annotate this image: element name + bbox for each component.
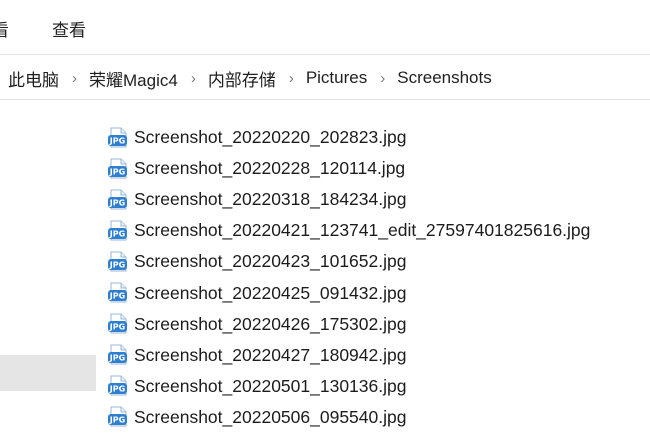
ribbon-tab-view[interactable]: 查看	[52, 16, 86, 41]
chevron-right-icon[interactable]: ›	[72, 70, 77, 87]
jpg-file-icon: JPG	[106, 343, 130, 367]
svg-text:JPG: JPG	[109, 229, 125, 238]
jpg-file-icon: JPG	[106, 312, 130, 336]
svg-text:JPG: JPG	[109, 385, 125, 394]
svg-text:JPG: JPG	[109, 292, 125, 301]
file-name: Screenshot_20220427_180942.jpg	[134, 344, 407, 365]
ribbon-divider	[0, 54, 650, 55]
jpg-file-icon: JPG	[106, 374, 130, 398]
svg-text:JPG: JPG	[109, 198, 125, 207]
jpg-file-icon: JPG	[106, 157, 130, 181]
file-name: Screenshot_20220506_095540.jpg	[134, 406, 407, 427]
address-bar[interactable]: 此电脑 › 荣耀Magic4 › 内部存储 › Pictures › Scree…	[0, 58, 650, 98]
file-list-item[interactable]: JPG Screenshot_20220426_175302.jpg	[106, 309, 646, 340]
breadcrumb-device[interactable]: 荣耀Magic4	[89, 66, 178, 91]
svg-text:JPG: JPG	[109, 261, 125, 270]
file-list-item[interactable]: JPG Screenshot_20220220_202823.jpg	[106, 122, 646, 153]
file-name: Screenshot_20220425_091432.jpg	[134, 282, 407, 303]
file-name: Screenshot_20220501_130136.jpg	[134, 375, 407, 396]
chevron-right-icon[interactable]: ›	[380, 70, 385, 87]
jpg-file-icon: JPG	[106, 188, 130, 212]
file-list-item[interactable]: JPG Screenshot_20220501_130136.jpg	[106, 371, 646, 402]
breadcrumb-screenshots[interactable]: Screenshots	[397, 68, 492, 88]
jpg-file-icon: JPG	[106, 219, 130, 243]
nav-selected-item[interactable]	[0, 355, 96, 391]
file-list-item[interactable]: JPG Screenshot_20220506_095540.jpg	[106, 402, 646, 433]
svg-text:JPG: JPG	[109, 323, 125, 332]
chevron-right-icon[interactable]: ›	[191, 70, 196, 87]
file-list: JPG Screenshot_20220220_202823.jpg JPG Scre…	[106, 122, 646, 433]
jpg-file-icon: JPG	[106, 281, 130, 305]
breadcrumb-internal-storage[interactable]: 内部存储	[208, 66, 276, 91]
ribbon-tabs: 看 查看	[0, 0, 650, 54]
file-name: Screenshot_20220318_184234.jpg	[134, 189, 407, 210]
jpg-file-icon: JPG	[106, 250, 130, 274]
file-list-item[interactable]: JPG Screenshot_20220425_091432.jpg	[106, 277, 646, 308]
file-list-item[interactable]: JPG Screenshot_20220423_101652.jpg	[106, 246, 646, 277]
file-name: Screenshot_20220421_123741_edit_27597401…	[134, 220, 591, 241]
svg-text:JPG: JPG	[109, 416, 125, 425]
chevron-right-icon[interactable]: ›	[289, 70, 294, 87]
file-list-item[interactable]: JPG Screenshot_20220228_120114.jpg	[106, 153, 646, 184]
file-list-item[interactable]: JPG Screenshot_20220421_123741_edit_27597…	[106, 215, 646, 246]
file-name: Screenshot_20220426_175302.jpg	[134, 313, 407, 334]
ribbon-tab-partial[interactable]: 看	[0, 16, 9, 41]
file-name: Screenshot_20220220_202823.jpg	[134, 127, 407, 148]
file-name: Screenshot_20220423_101652.jpg	[134, 251, 407, 272]
file-list-item[interactable]: JPG Screenshot_20220318_184234.jpg	[106, 184, 646, 215]
breadcrumb-pictures[interactable]: Pictures	[306, 68, 367, 88]
navigation-pane	[0, 100, 100, 426]
jpg-file-icon: JPG	[106, 126, 130, 150]
svg-text:JPG: JPG	[109, 136, 125, 145]
file-list-item[interactable]: JPG Screenshot_20220427_180942.jpg	[106, 340, 646, 371]
svg-text:JPG: JPG	[109, 167, 125, 176]
file-name: Screenshot_20220228_120114.jpg	[134, 158, 406, 179]
svg-text:JPG: JPG	[109, 354, 125, 363]
breadcrumb-this-pc[interactable]: 此电脑	[8, 66, 59, 91]
